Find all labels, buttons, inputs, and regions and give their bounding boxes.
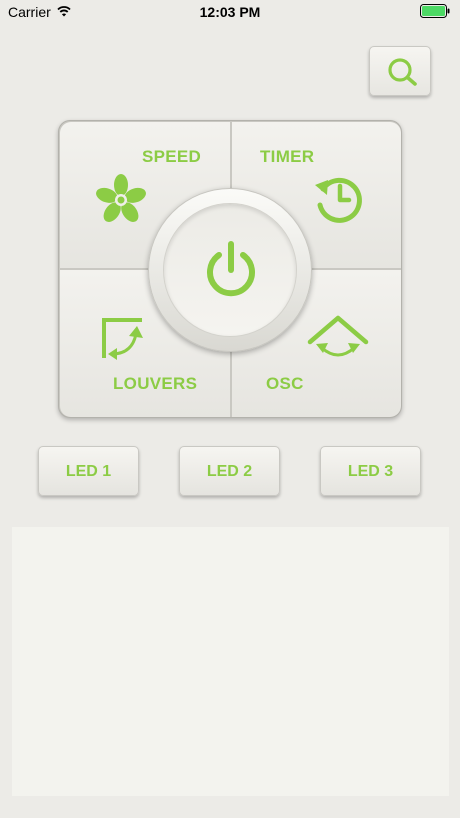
battery-icon <box>420 4 450 18</box>
oscillation-icon <box>307 315 369 357</box>
power-button-ring <box>148 188 312 352</box>
led-3-button[interactable]: LED 3 <box>320 446 421 496</box>
led-1-button[interactable]: LED 1 <box>38 446 139 496</box>
speed-label: SPEED <box>142 147 202 166</box>
content-panel <box>12 527 449 796</box>
fan-icon <box>96 174 146 222</box>
led-2-button[interactable]: LED 2 <box>179 446 280 496</box>
louvers-label: LOUVERS <box>113 374 198 393</box>
status-bar: Carrier 12:03 PM <box>0 0 460 24</box>
search-icon <box>388 58 417 86</box>
status-time: 12:03 PM <box>199 4 261 20</box>
osc-label: OSC <box>266 374 304 393</box>
power-icon <box>207 241 255 297</box>
timer-label: TIMER <box>260 147 315 166</box>
louvers-icon <box>102 318 143 360</box>
timer-icon <box>315 177 362 223</box>
power-button[interactable] <box>163 203 297 337</box>
search-button[interactable] <box>369 46 431 96</box>
